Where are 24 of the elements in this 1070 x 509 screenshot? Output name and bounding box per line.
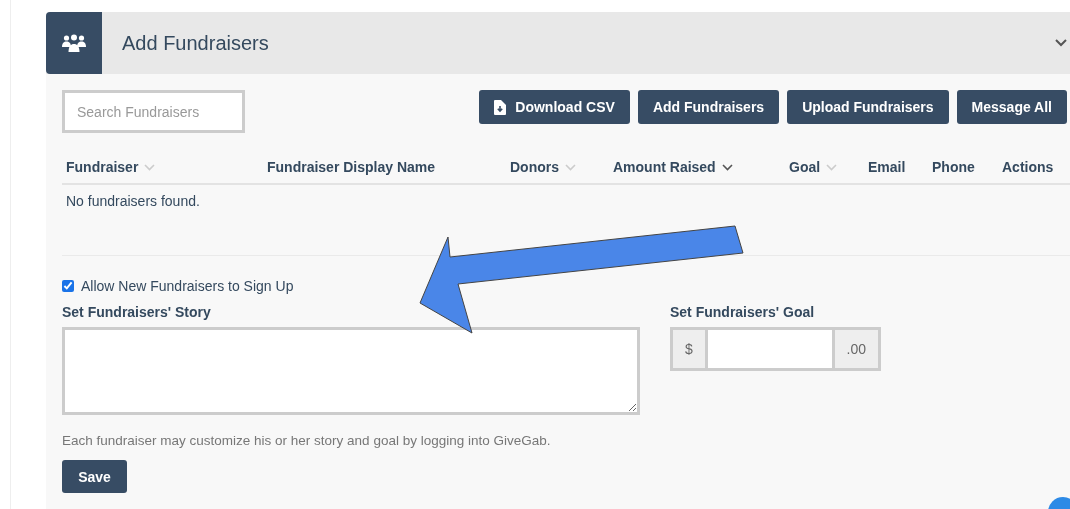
cents-suffix: .00 (834, 330, 878, 368)
column-header: Actions (1002, 159, 1054, 175)
column-header[interactable]: Fundraiser (66, 159, 139, 175)
checkbox-label: Allow New Fundraisers to Sign Up (81, 278, 294, 294)
currency-prefix: $ (673, 330, 705, 368)
panel-title: Add Fundraisers (122, 31, 269, 55)
action-button[interactable]: Message All (956, 90, 1067, 124)
column-header[interactable]: Goal (789, 159, 821, 175)
goal-label: Set Fundraisers' Goal (670, 304, 816, 320)
search-field[interactable]: Search Fundraisers (62, 90, 245, 133)
goal-field[interactable]: $ .00 (670, 327, 881, 371)
column-header: Phone (932, 159, 975, 175)
action-button[interactable]: Add Fundraisers (637, 90, 780, 124)
action-button[interactable]: Upload Fundraisers (787, 90, 949, 124)
column-header: Fundraiser Display Name (267, 159, 436, 175)
story-label: Set Fundraisers' Story (62, 304, 212, 320)
save-button[interactable]: Save (62, 460, 127, 493)
column-header: Email (868, 159, 906, 175)
column-header[interactable]: Donors (510, 159, 559, 175)
download-button[interactable]: Download CSV (479, 90, 630, 124)
panel-header[interactable]: Add Fundraisers (46, 12, 1070, 74)
help-text: Each fundraiser may customize his or her story and goal by logging into GiveGab. (62, 433, 552, 448)
empty-message: No fundraisers found. (65, 192, 201, 211)
column-header[interactable]: Amount Raised (613, 159, 716, 175)
